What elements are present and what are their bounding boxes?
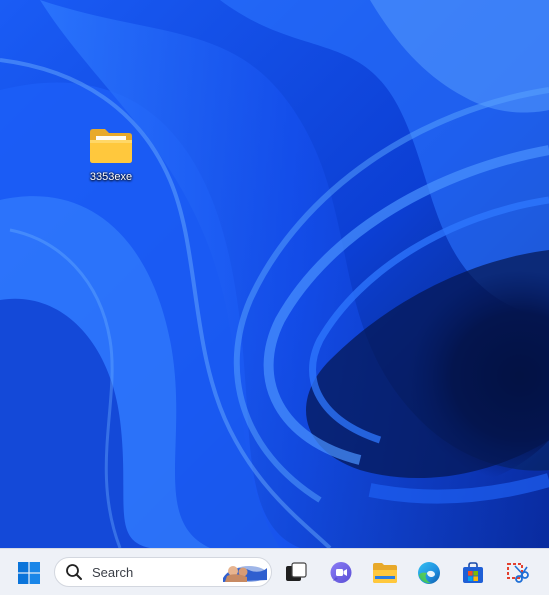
edge-browser-icon [418, 562, 440, 584]
windows-logo-icon [18, 562, 40, 584]
task-view-icon [286, 562, 307, 581]
search-highlight-illustration [223, 566, 267, 582]
file-explorer-button[interactable] [368, 556, 402, 590]
taskbar-search-box[interactable]: Search [54, 557, 272, 587]
file-explorer-icon [373, 563, 397, 583]
start-button[interactable] [12, 556, 46, 590]
desktop-icon-label: 3353exe [89, 171, 133, 183]
task-view-button[interactable] [279, 556, 313, 590]
wallpaper-bloom [0, 0, 549, 548]
edge-browser-button[interactable] [412, 556, 446, 590]
desktop[interactable]: 3353exe [0, 0, 549, 548]
search-placeholder: Search [92, 564, 134, 580]
desktop-folder-3353exe[interactable]: 3353exe [80, 122, 142, 192]
microsoft-store-icon [463, 562, 483, 583]
chat-icon [330, 562, 352, 583]
snipping-tool-icon [507, 563, 529, 583]
microsoft-store-button[interactable] [456, 556, 490, 590]
folder-icon [90, 129, 132, 163]
search-icon [66, 564, 82, 580]
chat-button[interactable] [324, 556, 358, 590]
taskbar: Search [0, 548, 549, 595]
snipping-tool-button[interactable] [500, 556, 534, 590]
